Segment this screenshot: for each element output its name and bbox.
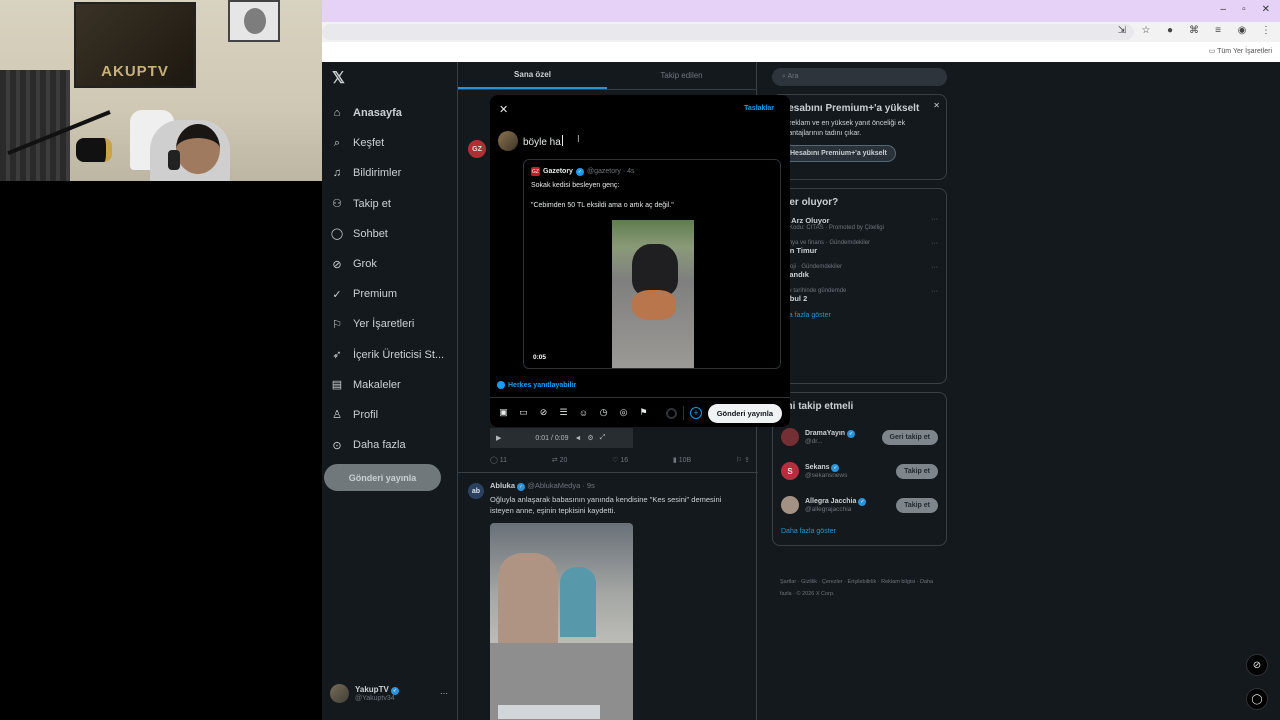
compose-modal: ✕ Taslaklar böyle ha I GZ Gazetory ✓ @ga… <box>490 95 790 427</box>
divider <box>683 406 684 420</box>
kebab-menu-icon[interactable]: ⋮ <box>1260 25 1272 36</box>
cursor-icon: I <box>577 134 580 145</box>
poster: AKUPTV <box>74 2 196 88</box>
quote-header: GZ Gazetory ✓ @gazetory · 4s <box>531 167 635 176</box>
star-icon[interactable]: ☆ <box>1140 25 1152 36</box>
globe-icon <box>497 381 505 389</box>
avatar <box>498 131 518 151</box>
quoted-post[interactable]: GZ Gazetory ✓ @gazetory · 4s Sokak kedis… <box>523 159 781 369</box>
messages-fab-icon[interactable]: ◯ <box>1246 688 1268 710</box>
send-post-button[interactable]: Gönderi yayınla <box>707 404 782 423</box>
install-icon[interactable]: ⇲ <box>1116 25 1128 36</box>
compose-toolbar: ▣ ▭ ⊘ ☰ ☺ ◷ ◎ ⚑ + Gönderi yayınla <box>490 397 790 427</box>
add-post-icon[interactable]: + <box>690 407 702 419</box>
emoji-icon[interactable]: ☺ <box>578 407 589 418</box>
extension-icon[interactable]: ● <box>1164 25 1176 36</box>
microphone <box>76 138 112 162</box>
poster-text: AKUPTV <box>101 63 169 80</box>
maximize-button[interactable]: ▫ <box>1242 4 1246 15</box>
schedule-icon[interactable]: ◷ <box>598 407 609 418</box>
bookmarks-bar: ▭ Tüm Yer İşaretleri <box>322 42 1280 62</box>
video-duration: 0:05 <box>533 354 547 361</box>
profile-avatar-icon[interactable]: ◉ <box>1236 25 1248 36</box>
verified-icon: ✓ <box>575 167 584 176</box>
media-icon[interactable]: ≡ <box>1212 25 1224 36</box>
streamer-head <box>176 124 220 174</box>
browser-toolbar: ⇲ ☆ ● ⌘ ≡ ◉ ⋮ <box>322 22 1280 42</box>
char-count-ring <box>666 408 677 419</box>
compose-textarea[interactable]: böyle ha <box>523 135 563 148</box>
video-frame <box>612 220 694 368</box>
headset <box>168 150 180 170</box>
address-bar[interactable] <box>322 24 1134 40</box>
text-caret <box>561 135 563 146</box>
location-icon[interactable]: ◎ <box>618 407 629 418</box>
close-icon[interactable]: ✕ <box>499 103 508 116</box>
quote-line-1: Sokak kedisi besleyen genç: <box>531 182 620 189</box>
modal-backdrop[interactable] <box>322 62 1280 720</box>
grok-fab-icon[interactable]: ⊘ <box>1246 654 1268 676</box>
gazetory-logo-icon: GZ <box>531 167 540 176</box>
window-close-button[interactable]: ✕ <box>1262 4 1270 15</box>
drafts-link[interactable]: Taslaklar <box>744 105 774 112</box>
all-bookmarks[interactable]: ▭ Tüm Yer İşaretleri <box>1209 47 1272 55</box>
poll-icon[interactable]: ☰ <box>558 407 569 418</box>
acoustic-panel <box>0 70 70 181</box>
image-icon[interactable]: ▣ <box>498 407 509 418</box>
folder-icon: ▭ <box>1208 48 1218 55</box>
browser-tabstrip: – ▫ ✕ <box>322 0 1280 22</box>
puzzle-icon[interactable]: ⌘ <box>1188 25 1200 36</box>
grok-icon[interactable]: ⊘ <box>538 407 549 418</box>
quote-line-2: "Cebimden 50 TL eksildi ama o artık aç d… <box>531 202 674 209</box>
minimize-button[interactable]: – <box>1221 4 1227 15</box>
portrait-frame <box>228 0 280 42</box>
gif-icon[interactable]: ▭ <box>518 407 529 418</box>
x-app: 𝕏 ⌂ Anasayfa ⌕ Keşfet ♫ Bildirimler ⚇ Takip … <box>322 62 1280 720</box>
webcam-overlay: AKUPTV <box>0 0 322 181</box>
quote-video[interactable]: 0:05 <box>524 220 780 368</box>
flag-icon[interactable]: ⚑ <box>638 407 649 418</box>
reply-setting[interactable]: Herkes yanıtlayabilir <box>497 381 576 389</box>
